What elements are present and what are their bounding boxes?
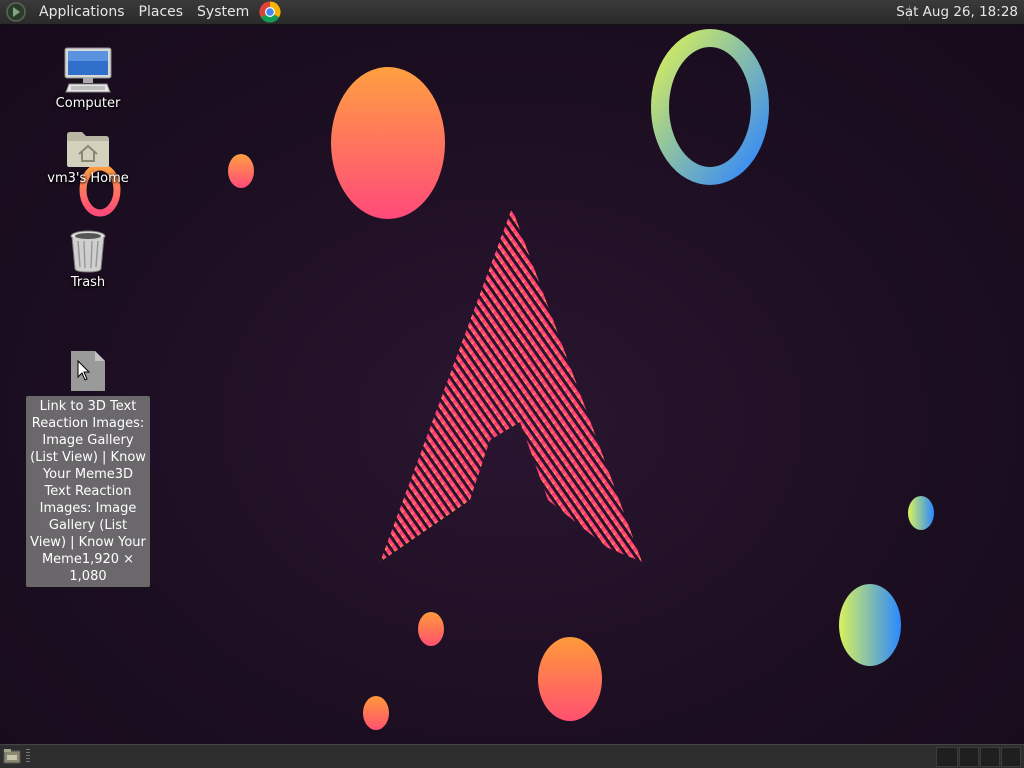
mouse-cursor-icon [77, 360, 91, 381]
workspace-2[interactable] [959, 747, 979, 767]
desktop-icon-label: vm3's Home [47, 171, 129, 186]
orange-bubble-bottom-center [538, 637, 602, 721]
green-blue-ring [651, 29, 769, 185]
wallpaper-art [79, 29, 934, 730]
clock[interactable]: Sat Aug 26, 18:28 [896, 0, 1018, 25]
file-label[interactable]: Link to 3D Text Reaction Images: Image G… [26, 396, 150, 587]
desktop-wallpaper [0, 25, 1024, 744]
show-desktop-icon[interactable] [3, 748, 21, 764]
menu-applications[interactable]: Applications [32, 0, 132, 25]
home-folder-icon [67, 132, 109, 167]
workspace-4[interactable] [1001, 747, 1021, 767]
desktop-icon-computer[interactable]: Computer [28, 46, 148, 111]
panel-grip-handle[interactable] [26, 749, 30, 763]
orange-bubble-bottom-left [363, 696, 389, 730]
desktop-icon-label: Computer [55, 96, 121, 111]
desktop-icon-trash[interactable]: Trash [28, 229, 148, 290]
desktop-icon-home[interactable]: vm3's Home [28, 129, 148, 186]
green-blue-bubble-large [839, 584, 901, 666]
distro-logo-icon[interactable] [6, 2, 26, 22]
menu-places[interactable]: Places [132, 0, 191, 25]
chrome-browser-icon[interactable] [259, 1, 281, 23]
orange-bubble-large [331, 67, 445, 219]
top-panel: Applications Places System Sat Aug 26, 1… [0, 0, 1024, 25]
bottom-panel [0, 744, 1024, 768]
orange-bubble-bottom-small [418, 612, 444, 646]
workspace-3[interactable] [980, 747, 1000, 767]
trash-icon [70, 230, 106, 273]
green-blue-bubble-small [908, 496, 934, 530]
arch-logo [380, 208, 642, 562]
orange-bubble-small [228, 154, 254, 188]
menu-system[interactable]: System [190, 0, 256, 25]
desktop-icon-label: Trash [70, 275, 106, 290]
computer-icon [64, 47, 112, 93]
workspace-1[interactable] [936, 747, 958, 767]
